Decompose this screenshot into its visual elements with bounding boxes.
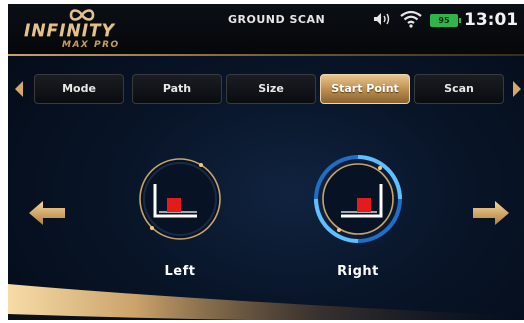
next-arrow-icon[interactable]	[472, 200, 510, 226]
volume-icon[interactable]	[372, 11, 392, 27]
start-point-right-option[interactable]: Right	[303, 150, 413, 290]
previous-arrow-icon[interactable]	[28, 200, 66, 226]
start-left-dial-icon	[139, 158, 221, 240]
infinity-logo-icon	[69, 9, 95, 21]
tab-bar: Mode Path Size Start Point Scan	[8, 70, 524, 108]
tab-size[interactable]: Size	[226, 74, 316, 104]
tab-start-point[interactable]: Start Point	[320, 74, 410, 104]
start-right-dial-icon	[314, 155, 402, 243]
decorative-swoosh	[8, 284, 524, 320]
battery-indicator: 95	[430, 14, 461, 27]
screen-title: GROUND SCAN	[228, 13, 326, 26]
wifi-icon	[400, 10, 422, 28]
header-divider	[8, 54, 524, 56]
brand-subtitle: MAX PRO	[62, 40, 120, 50]
brand-name: INFINITY	[24, 21, 115, 41]
tab-scan[interactable]: Scan	[414, 74, 504, 104]
device-screen: INFINITY MAX PRO GROUND SCAN 95 13:01 Mo…	[8, 4, 524, 320]
tab-path[interactable]: Path	[132, 74, 222, 104]
tab-scroll-right-icon[interactable]	[512, 79, 524, 99]
header-bar: INFINITY MAX PRO GROUND SCAN 95 13:01	[8, 4, 524, 56]
clock: 13:01	[464, 10, 519, 30]
start-point-left-option[interactable]: Left	[125, 150, 235, 290]
brand-logo: INFINITY MAX PRO	[22, 8, 142, 54]
tab-scroll-left-icon[interactable]	[12, 79, 24, 99]
tab-mode[interactable]: Mode	[34, 74, 124, 104]
